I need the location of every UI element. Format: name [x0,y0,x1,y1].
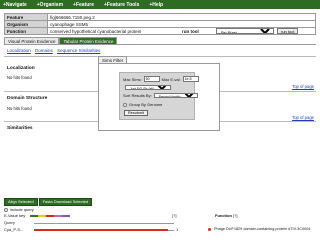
run-tool-row: run tool Psi-Blast run tool [182,28,299,34]
align-selected-button[interactable]: Align Selected [4,198,38,206]
hit-function-text: Phage DUF1829 domain-containing protein … [214,227,311,231]
nav-navigate[interactable]: +Navigate [0,2,34,8]
resubmit-button[interactable]: Resubmit [124,110,149,116]
evalue-help-icon[interactable]: [?] [172,213,176,218]
evalue-key-swatch [46,215,54,217]
similarities-title: Similarities [7,126,33,131]
source-row: Just FIG IDs (all) [123,85,171,90]
top-of-page-link[interactable]: Top of page [292,115,314,120]
sort-row: Sort Results By: Percent identity [123,93,198,98]
hit-track-end: 1 [176,227,179,232]
function-header-label: Function [215,213,232,218]
localization-no-hits: No hits found [7,75,32,80]
group-row: Group By Genome [123,102,162,107]
include-query-checkbox[interactable] [4,207,8,212]
top-navbar: +Navigate +Organism +Feature +Feature To… [0,0,320,9]
domain-structure-title: Domain Structure [7,96,48,101]
nav-organism[interactable]: +Organism [34,2,70,8]
query-track-line [34,223,174,224]
tool-select[interactable]: Psi-Blast [216,28,274,34]
max-eval-label: Max E-val: [161,76,181,82]
include-query-label: include query [10,207,34,212]
sims-filter-box: Max Sims: Max E-val: Just FIG IDs (all) … [98,63,220,131]
function-help-icon[interactable]: [?] [233,213,237,218]
organism-label: Organism [4,20,48,28]
feature-label: Feature [4,13,48,21]
include-query-row: include query [4,207,34,212]
nav-help[interactable]: +Help [146,2,170,8]
evalue-key-swatch [38,215,46,217]
sort-select[interactable]: Percent identity [153,93,198,98]
max-eval-input[interactable] [182,76,199,82]
nav-feature[interactable]: +Feature [70,2,101,8]
evalue-key-label: E-Value key [4,213,26,218]
max-sims-input[interactable] [143,76,160,82]
evalue-key-swatch [54,215,62,217]
organism-value: cyanophage SSM5 [47,20,316,28]
hit-alignment-bar[interactable] [34,229,168,231]
hit-track-label: Cya_P-S... [4,227,24,232]
sims-filter-form: Max Sims: Max E-val: Just FIG IDs (all) … [119,72,199,120]
evalue-key-swatch [62,215,70,217]
nav-feature-tools[interactable]: +Feature Tools [101,2,146,8]
run-tool-button[interactable]: run tool [277,28,299,34]
sort-label: Sort Results By: [123,93,152,98]
max-values-row: Max Sims: Max E-val: [123,76,201,82]
fasta-download-selected-button[interactable]: Fasta Download Selected [38,198,93,206]
selection-buttons: Align Selected Fasta Download Selected [4,198,93,206]
group-by-genome-label: Group By Genome [129,102,163,107]
top-of-page-link[interactable]: Top of page [292,84,314,89]
max-sims-label: Max Sims: [123,76,142,82]
source-select[interactable]: Just FIG IDs (all) [125,85,171,90]
link-localization[interactable]: Localization [7,48,31,53]
evalue-key-swatch [30,215,38,217]
function-label: Function [4,27,48,35]
hit-color-dot [208,228,211,231]
feature-value: fig|666666.7150.peg.2 [47,13,316,21]
link-domains[interactable]: Domains [35,48,53,53]
domain-no-hits: No hits found [7,106,32,111]
section-links: Localization Domains Sequence Similariti… [7,48,103,53]
link-sequence-similarities[interactable]: Sequence Similarities [57,48,100,53]
divider [4,56,316,57]
query-track-label: Query [4,220,15,225]
run-tool-label: run tool [182,28,199,34]
localization-title: Localization [7,66,35,71]
function-column-header: Function [?] [215,213,237,218]
query-track-row: Query [4,220,318,226]
group-by-genome-checkbox[interactable] [123,102,127,107]
